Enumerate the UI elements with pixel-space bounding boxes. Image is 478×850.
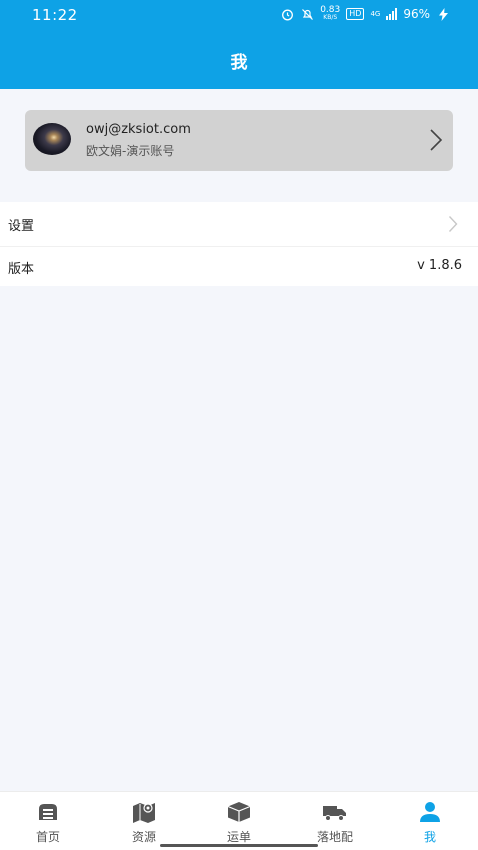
signal-icon xyxy=(386,8,398,20)
tab-delivery[interactable]: 落地配 xyxy=(287,792,383,850)
version-row: 版本 v 1.8.6 xyxy=(0,245,478,287)
avatar xyxy=(33,123,71,155)
network-speed: 0.83 KB/S xyxy=(320,6,340,22)
tab-me[interactable]: 我 xyxy=(382,792,478,850)
home-indicator[interactable] xyxy=(160,844,318,847)
tab-resources[interactable]: 资源 xyxy=(96,792,192,850)
status-bar: 11:22 0.83 KB/S HD 4G 96% xyxy=(0,0,478,30)
speed-unit: KB/S xyxy=(323,14,338,21)
hd-badge: HD xyxy=(346,8,365,20)
status-icons: 0.83 KB/S HD 4G 96% xyxy=(280,6,450,22)
tab-label: 首页 xyxy=(35,830,60,844)
settings-label: 设置 xyxy=(8,219,35,234)
settings-list: 设置 版本 v 1.8.6 xyxy=(0,202,478,286)
box-icon xyxy=(227,802,251,822)
version-label: 版本 xyxy=(8,262,35,277)
profile-account-name: 欧文娟-演示账号 xyxy=(86,144,175,158)
version-value: v 1.8.6 xyxy=(417,258,462,273)
speed-value: 0.83 xyxy=(320,5,341,15)
home-icon xyxy=(39,804,57,820)
map-icon xyxy=(133,803,155,823)
mute-icon xyxy=(300,7,314,21)
profile-email: owj@zksiot.com xyxy=(86,122,191,137)
tab-label: 我 xyxy=(423,830,436,844)
battery-level: 96% xyxy=(403,7,430,21)
charging-icon xyxy=(436,7,450,21)
tab-label: 资源 xyxy=(131,830,156,844)
alarm-icon xyxy=(280,7,294,21)
status-time: 11:22 xyxy=(32,6,78,24)
tab-bar: 首页 资源 运单 落地配 我 xyxy=(0,791,478,850)
tab-label: 运单 xyxy=(226,830,251,844)
chevron-right-icon xyxy=(430,129,443,151)
user-icon xyxy=(420,802,440,822)
tab-label: 落地配 xyxy=(316,830,353,844)
page-title: 我 xyxy=(230,53,248,73)
tab-home[interactable]: 首页 xyxy=(0,792,96,850)
truck-icon xyxy=(323,806,346,821)
network-type: 4G xyxy=(370,9,381,18)
header: 11:22 0.83 KB/S HD 4G 96% 我 xyxy=(0,0,478,89)
tab-waybill[interactable]: 运单 xyxy=(191,792,287,850)
settings-row[interactable]: 设置 xyxy=(0,202,478,244)
chevron-right-icon xyxy=(448,216,458,232)
profile-card[interactable]: owj@zksiot.com 欧文娟-演示账号 xyxy=(25,110,453,171)
